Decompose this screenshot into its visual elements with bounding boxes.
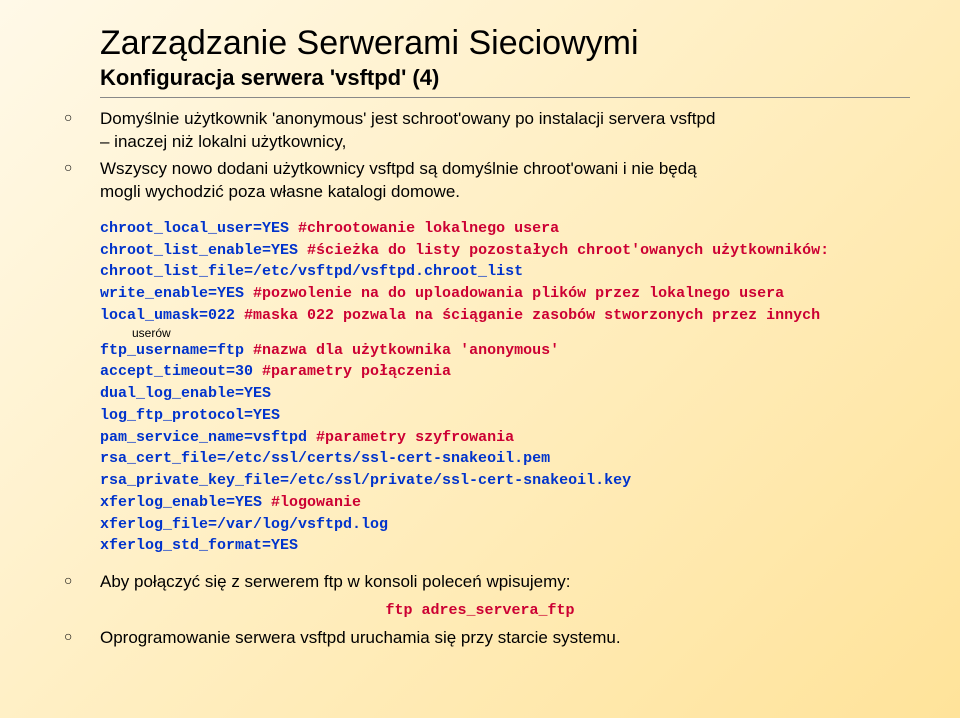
cfg-key: dual_log_enable=YES xyxy=(100,385,271,402)
bullet-3: Aby połączyć się z serwerem ftp w konsol… xyxy=(50,571,910,594)
slide: Zarządzanie Serwerami Sieciowymi Konfigu… xyxy=(0,0,960,678)
divider xyxy=(100,97,910,98)
cfg-key: xferlog_std_format=YES xyxy=(100,537,298,554)
cfg-key: write_enable=YES xyxy=(100,285,253,302)
cfg-line-2: chroot_list_enable=YES #ścieżka do listy… xyxy=(100,240,910,262)
cfg-line-5: local_umask=022 #maska 022 pozwala na śc… xyxy=(100,305,910,327)
bullet-2-line2: mogli wychodzić poza własne katalogi dom… xyxy=(100,182,460,201)
bullet-1-line2: – inaczej niż lokalni użytkownicy, xyxy=(100,132,346,151)
cfg-line-14: xferlog_file=/var/log/vsftpd.log xyxy=(100,514,910,536)
bullet-1-line1: Domyślnie użytkownik 'anonymous' jest sc… xyxy=(100,109,715,128)
cfg-key: xferlog_enable=YES xyxy=(100,494,271,511)
cfg-key: chroot_list_enable=YES xyxy=(100,242,307,259)
cfg-line-5-cont: userów xyxy=(132,327,910,340)
config-block: chroot_local_user=YES #chrootowanie loka… xyxy=(100,218,910,557)
cfg-key: xferlog_file=/var/log/vsftpd.log xyxy=(100,516,388,533)
cfg-line-9: log_ftp_protocol=YES xyxy=(100,405,910,427)
cfg-key: rsa_private_key_file=/etc/ssl/private/ss… xyxy=(100,472,631,489)
cfg-line-7: accept_timeout=30 #parametry połączenia xyxy=(100,361,910,383)
cfg-key: local_umask=022 xyxy=(100,307,244,324)
cfg-comment: #parametry szyfrowania xyxy=(316,429,514,446)
cfg-comment: #chrootowanie lokalnego usera xyxy=(298,220,559,237)
cfg-key: log_ftp_protocol=YES xyxy=(100,407,280,424)
cfg-line-6: ftp_username=ftp #nazwa dla użytkownika … xyxy=(100,340,910,362)
bullet-2: Wszyscy nowo dodani użytkownicy vsftpd s… xyxy=(50,158,910,204)
cfg-key: ftp_username=ftp xyxy=(100,342,253,359)
cfg-line-10: pam_service_name=vsftpd #parametry szyfr… xyxy=(100,427,910,449)
footer-bullets-2: Oprogramowanie serwera vsftpd uruchamia … xyxy=(50,627,910,650)
cfg-comment: #nazwa dla użytkownika 'anonymous' xyxy=(253,342,559,359)
page-subtitle: Konfiguracja serwera 'vsftpd' (4) xyxy=(100,65,910,91)
cfg-line-12: rsa_private_key_file=/etc/ssl/private/ss… xyxy=(100,470,910,492)
cfg-key: chroot_local_user=YES xyxy=(100,220,298,237)
cfg-line-8: dual_log_enable=YES xyxy=(100,383,910,405)
bullet-4: Oprogramowanie serwera vsftpd uruchamia … xyxy=(50,627,910,650)
cfg-line-13: xferlog_enable=YES #logowanie xyxy=(100,492,910,514)
cfg-comment: #parametry połączenia xyxy=(262,363,451,380)
intro-bullets: Domyślnie użytkownik 'anonymous' jest sc… xyxy=(50,108,910,204)
cfg-comment: #ścieżka do listy pozostałych chroot'owa… xyxy=(307,242,829,259)
footer-bullets: Aby połączyć się z serwerem ftp w konsol… xyxy=(50,571,910,594)
cfg-line-1: chroot_local_user=YES #chrootowanie loka… xyxy=(100,218,910,240)
cfg-line-15: xferlog_std_format=YES xyxy=(100,535,910,557)
cfg-key: accept_timeout=30 xyxy=(100,363,262,380)
bullet-1: Domyślnie użytkownik 'anonymous' jest sc… xyxy=(50,108,910,154)
cfg-line-4: write_enable=YES #pozwolenie na do uploa… xyxy=(100,283,910,305)
cfg-key: pam_service_name=vsftpd xyxy=(100,429,316,446)
cfg-key: chroot_list_file=/etc/vsftpd/vsftpd.chro… xyxy=(100,263,523,280)
cfg-comment: #logowanie xyxy=(271,494,361,511)
page-title: Zarządzanie Serwerami Sieciowymi xyxy=(100,24,910,63)
bullet-2-line1: Wszyscy nowo dodani użytkownicy vsftpd s… xyxy=(100,159,697,178)
cfg-line-3: chroot_list_file=/etc/vsftpd/vsftpd.chro… xyxy=(100,261,910,283)
cfg-key: rsa_cert_file=/etc/ssl/certs/ssl-cert-sn… xyxy=(100,450,550,467)
cfg-comment: #maska 022 pozwala na ściąganie zasobów … xyxy=(244,307,820,324)
ftp-command: ftp adres_servera_ftp xyxy=(50,602,910,619)
cfg-comment: #pozwolenie na do uploadowania plików pr… xyxy=(253,285,784,302)
cfg-line-11: rsa_cert_file=/etc/ssl/certs/ssl-cert-sn… xyxy=(100,448,910,470)
